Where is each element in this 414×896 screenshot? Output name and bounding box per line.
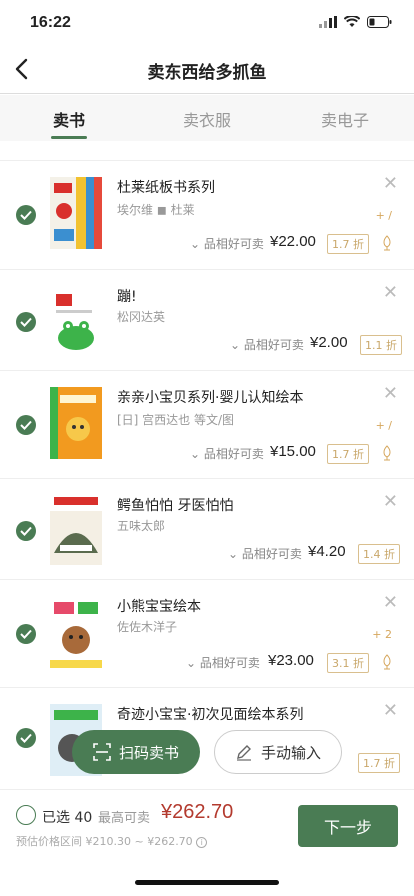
page-title: 卖东西给多抓鱼 <box>147 63 267 83</box>
tip-icon[interactable] <box>380 235 394 251</box>
remove-icon[interactable]: ✕ <box>383 702 398 720</box>
book-cover <box>50 596 102 668</box>
book-price: ¥23.00 <box>268 652 314 669</box>
condition-select[interactable]: ⌄ 品相好可卖 <box>190 235 264 252</box>
list-item: 杜莱纸板书系列 埃尔维 ◼ 杜莱 ✕ ⌄ 品相好可卖 ¥22.00 1.7 折 … <box>0 161 414 270</box>
list-item: 鳄鱼怕怕 牙医怕怕 五味太郎 ✕ ⌄ 品相好可卖 ¥4.20 1.4 折 <box>0 479 414 580</box>
book-title: 奇迹小宝宝·初次见面绘本系列 <box>117 707 304 723</box>
home-indicator <box>135 880 279 885</box>
book-cover <box>50 177 102 249</box>
remove-icon[interactable]: ✕ <box>383 284 398 302</box>
discount-badge: 3.1 折 <box>327 653 369 673</box>
book-price: ¥2.00 <box>310 334 348 351</box>
select-all-checkbox[interactable] <box>16 805 36 825</box>
book-price: ¥22.00 <box>270 233 316 250</box>
list-item: 奇迹小宝宝·初次见面绘本系列 ✕ 1.7 折 <box>0 688 414 789</box>
checked-icon[interactable] <box>16 415 36 435</box>
book-title: 鳄鱼怕怕 牙医怕怕 <box>117 498 234 514</box>
book-title: 杜莱纸板书系列 <box>117 180 215 196</box>
discount-badge: 1.7 折 <box>358 753 400 773</box>
tab-books[interactable]: 卖书 <box>0 95 138 141</box>
tip-count: + 2 <box>372 628 392 641</box>
tab-electronics[interactable]: 卖电子 <box>276 95 414 141</box>
book-title: 蹦! <box>117 289 137 305</box>
scan-sell-button[interactable]: 扫码卖书 <box>72 730 200 774</box>
list-item: 蹦! 松冈达英 ✕ ⌄ 品相好可卖 ¥2.00 1.1 折 <box>0 270 414 371</box>
book-author: 松冈达英 <box>117 310 166 324</box>
condition-select[interactable]: ⌄ 品相好可卖 <box>230 336 304 353</box>
condition-select[interactable]: ⌄ 品相好可卖 <box>228 545 302 562</box>
list-item: 亲亲小宝贝系列·婴儿认知绘本 [日] 宫西达也 等文/图 ✕ ⌄ 品相好可卖 ¥… <box>0 371 414 479</box>
checked-icon[interactable] <box>16 205 36 225</box>
checked-icon[interactable] <box>16 521 36 541</box>
max-price-value: ¥262.70 <box>161 801 234 823</box>
nav-bar: 卖东西给多抓鱼 <box>0 46 414 94</box>
tip-icon[interactable] <box>380 654 394 670</box>
book-author: 五味太郎 <box>117 519 166 533</box>
book-list[interactable]: 杜莱纸板书系列 埃尔维 ◼ 杜莱 ✕ ⌄ 品相好可卖 ¥22.00 1.7 折 … <box>0 141 414 789</box>
book-author: [日] 宫西达也 等文/图 <box>117 413 235 427</box>
book-author: 埃尔维 ◼ 杜莱 <box>117 203 195 217</box>
remove-icon[interactable]: ✕ <box>383 175 398 193</box>
info-icon[interactable]: i <box>196 837 208 848</box>
tab-clothes[interactable]: 卖衣服 <box>138 95 276 141</box>
status-bar: 16:22 <box>0 0 414 46</box>
book-title: 亲亲小宝贝系列·婴儿认知绘本 <box>117 390 304 406</box>
status-time: 16:22 <box>30 14 71 31</box>
price-range: 预估价格区间 ¥210.30 ~ ¥262.70 i <box>16 833 208 849</box>
list-item: 小熊宝宝绘本 佐佐木洋子 ✕ ⌄ 品相好可卖 ¥23.00 3.1 折 + 2 <box>0 580 414 688</box>
battery-icon <box>367 16 392 28</box>
book-cover <box>50 387 102 459</box>
condition-select[interactable]: ⌄ 品相好可卖 <box>190 445 264 462</box>
discount-badge: 1.7 折 <box>327 234 369 254</box>
signal-icon <box>319 16 337 28</box>
book-price: ¥15.00 <box>270 443 316 460</box>
book-price: ¥4.20 <box>308 543 346 560</box>
scan-icon <box>93 743 111 761</box>
tip-count: + / <box>375 209 392 222</box>
remove-icon[interactable]: ✕ <box>383 493 398 511</box>
discount-badge: 1.1 折 <box>360 335 402 355</box>
discount-badge: 1.4 折 <box>358 544 400 564</box>
book-cover <box>50 284 102 356</box>
list-item <box>0 141 414 161</box>
wifi-icon <box>344 16 360 27</box>
pencil-icon <box>236 745 251 761</box>
remove-icon[interactable]: ✕ <box>383 385 398 403</box>
category-tabs: 卖书 卖衣服 卖电子 <box>0 95 414 141</box>
manual-input-button[interactable]: 手动输入 <box>214 730 342 774</box>
tip-icon[interactable] <box>380 445 394 461</box>
condition-select[interactable]: ⌄ 品相好可卖 <box>186 654 260 671</box>
remove-icon[interactable]: ✕ <box>383 594 398 612</box>
checked-icon[interactable] <box>16 624 36 644</box>
tip-count: + / <box>375 419 392 432</box>
checked-icon[interactable] <box>16 728 36 748</box>
book-cover <box>50 493 102 565</box>
checked-icon[interactable] <box>16 312 36 332</box>
discount-badge: 1.7 折 <box>327 444 369 464</box>
selected-count: 已选 40 <box>42 810 93 826</box>
book-author: 佐佐木洋子 <box>117 620 178 634</box>
book-title: 小熊宝宝绘本 <box>117 599 201 615</box>
status-icons <box>319 16 392 28</box>
next-step-button[interactable]: 下一步 <box>298 805 398 847</box>
max-price-label: 最高可卖 <box>98 811 151 826</box>
